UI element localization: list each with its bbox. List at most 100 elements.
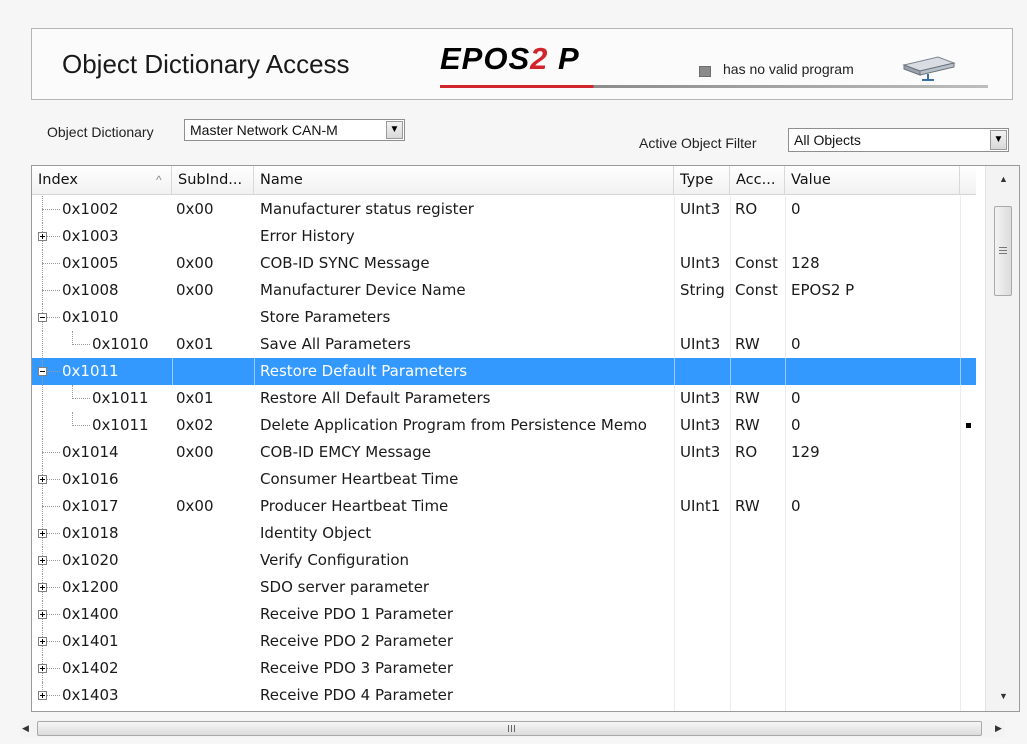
name-cell: Delete Application Program from Persiste… xyxy=(260,416,647,434)
program-status-text: has no valid program xyxy=(723,61,854,77)
column-header-access[interactable]: Acc... xyxy=(730,166,785,194)
name-cell: Receive PDO 1 Parameter xyxy=(260,605,454,623)
vertical-scroll-thumb[interactable] xyxy=(994,206,1012,296)
table-row[interactable]: 0x1010 Store Parameters xyxy=(32,304,976,331)
index-cell: 0x1401 xyxy=(62,632,119,650)
value-cell xyxy=(791,655,959,682)
table-row[interactable]: 0x1008 0x00 Manufacturer Device Name String… xyxy=(32,277,976,304)
status-led-icon xyxy=(699,66,711,77)
table-row[interactable]: 0x1016 Consumer Heartbeat Time xyxy=(32,466,976,493)
expand-icon[interactable] xyxy=(38,475,47,484)
access-cell: RO xyxy=(735,443,758,461)
name-cell: Restore All Default Parameters xyxy=(260,389,491,407)
tree-line xyxy=(42,385,43,412)
object-dictionary-label: Object Dictionary xyxy=(47,124,154,140)
table-row[interactable]: 0x1002 0x00 Manufacturer status register UI… xyxy=(32,196,976,223)
expand-icon[interactable] xyxy=(38,691,47,700)
table-row[interactable]: 0x1400 Receive PDO 1 Parameter xyxy=(32,601,976,628)
table-row[interactable]: 0x1402 Receive PDO 3 Parameter xyxy=(32,655,976,682)
tree-line xyxy=(72,398,90,399)
name-cell: Manufacturer Device Name xyxy=(260,281,466,299)
chevron-down-icon[interactable]: ▼ xyxy=(990,130,1007,150)
collapse-icon[interactable] xyxy=(38,313,47,322)
horizontal-scroll-thumb[interactable] xyxy=(37,721,982,736)
name-cell: SDO server parameter xyxy=(260,578,430,596)
table-row[interactable]: 0x1018 Identity Object xyxy=(32,520,976,547)
index-cell: 0x1002 xyxy=(62,200,119,218)
table-row[interactable]: 0x1403 Receive PDO 4 Parameter xyxy=(32,682,976,709)
name-cell: Store Parameters xyxy=(260,308,391,326)
epos-logo: EPOS2 P xyxy=(440,41,580,77)
column-header-index[interactable]: Index xyxy=(32,166,172,194)
subindex-cell xyxy=(176,223,254,250)
type-cell xyxy=(680,304,732,331)
object-list[interactable]: Index ^ SubInd... Name Type Acc... Value… xyxy=(31,165,1020,712)
subindex-cell: 0x00 xyxy=(176,443,214,461)
table-row[interactable]: 0x1011 0x02 Delete Application Program fro… xyxy=(32,412,976,439)
name-cell: Verify Configuration xyxy=(260,551,410,569)
subindex-cell: 0x02 xyxy=(176,416,214,434)
table-row[interactable]: 0x1010 0x01 Save All Parameters UInt3 RW 0 xyxy=(32,331,976,358)
page-title: Object Dictionary Access xyxy=(62,49,350,79)
expand-icon[interactable] xyxy=(38,610,47,619)
scroll-down-icon[interactable]: ▼ xyxy=(999,691,1008,701)
horizontal-scrollbar[interactable]: ◀ ▶ xyxy=(20,720,1005,737)
access-cell: RW xyxy=(735,335,760,353)
value-cell xyxy=(791,223,959,250)
chevron-down-icon[interactable]: ▼ xyxy=(386,121,403,139)
value-cell xyxy=(791,574,959,601)
column-header-name[interactable]: Name xyxy=(254,166,674,194)
table-row[interactable]: 0x1200 SDO server parameter xyxy=(32,574,976,601)
type-cell xyxy=(680,358,732,385)
device-icon xyxy=(902,56,956,81)
expand-icon[interactable] xyxy=(38,583,47,592)
access-cell xyxy=(735,547,787,574)
expand-icon[interactable] xyxy=(38,637,47,646)
value-cell: 0 xyxy=(791,335,801,353)
sort-ascending-icon: ^ xyxy=(156,173,162,187)
active-object-filter-select[interactable]: All Objects ▼ xyxy=(788,128,1009,152)
logo-underline xyxy=(440,85,988,88)
subindex-cell: 0x00 xyxy=(176,281,214,299)
table-row[interactable]: 0x1401 Receive PDO 2 Parameter xyxy=(32,628,976,655)
expand-icon[interactable] xyxy=(38,529,47,538)
value-cell xyxy=(791,520,959,547)
access-cell xyxy=(735,520,787,547)
index-cell: 0x1008 xyxy=(62,281,119,299)
index-cell: 0x1003 xyxy=(62,227,119,245)
access-cell xyxy=(735,466,787,493)
table-row[interactable]: 0x1005 0x00 COB-ID SYNC Message UInt3 Const 1… xyxy=(32,250,976,277)
column-header-type[interactable]: Type xyxy=(674,166,730,194)
value-cell xyxy=(791,547,959,574)
index-cell: 0x1018 xyxy=(62,524,119,542)
index-cell: 0x1020 xyxy=(62,551,119,569)
access-cell: RW xyxy=(735,416,760,434)
expand-icon[interactable] xyxy=(38,664,47,673)
name-cell: COB-ID SYNC Message xyxy=(260,254,430,272)
table-row[interactable]: 0x1003 Error History xyxy=(32,223,976,250)
scroll-left-icon[interactable]: ◀ xyxy=(22,723,29,734)
column-header-subindex[interactable]: SubInd... xyxy=(172,166,254,194)
column-header-label: Acc... xyxy=(736,172,776,188)
expand-icon[interactable] xyxy=(38,556,47,565)
table-row[interactable]: 0x1011 Restore Default Parameters xyxy=(32,358,976,385)
subindex-cell: 0x00 xyxy=(176,497,214,515)
tree-line xyxy=(42,263,60,264)
column-header-value[interactable]: Value xyxy=(785,166,960,194)
scroll-right-icon[interactable]: ▶ xyxy=(995,723,1002,734)
active-object-filter-value: All Objects xyxy=(794,132,861,148)
table-row[interactable]: 0x1014 0x00 COB-ID EMCY Message UInt3 RO 129 xyxy=(32,439,976,466)
value-cell xyxy=(791,628,959,655)
object-dictionary-select[interactable]: Master Network CAN-M ▼ xyxy=(184,119,405,141)
vertical-scrollbar[interactable]: ▲ ▼ xyxy=(985,166,1019,711)
table-row[interactable]: 0x1017 0x00 Producer Heartbeat Time UInt1 RW… xyxy=(32,493,976,520)
collapse-icon[interactable] xyxy=(38,367,47,376)
name-cell: Identity Object xyxy=(260,524,372,542)
type-cell: UInt3 xyxy=(680,200,721,218)
table-row[interactable]: 0x1011 0x01 Restore All Default Parameters… xyxy=(32,385,976,412)
scroll-up-icon[interactable]: ▲ xyxy=(999,174,1008,184)
name-cell: Error History xyxy=(260,227,355,245)
table-row[interactable]: 0x1020 Verify Configuration xyxy=(32,547,976,574)
expand-icon[interactable] xyxy=(38,232,47,241)
value-cell: 129 xyxy=(791,443,820,461)
